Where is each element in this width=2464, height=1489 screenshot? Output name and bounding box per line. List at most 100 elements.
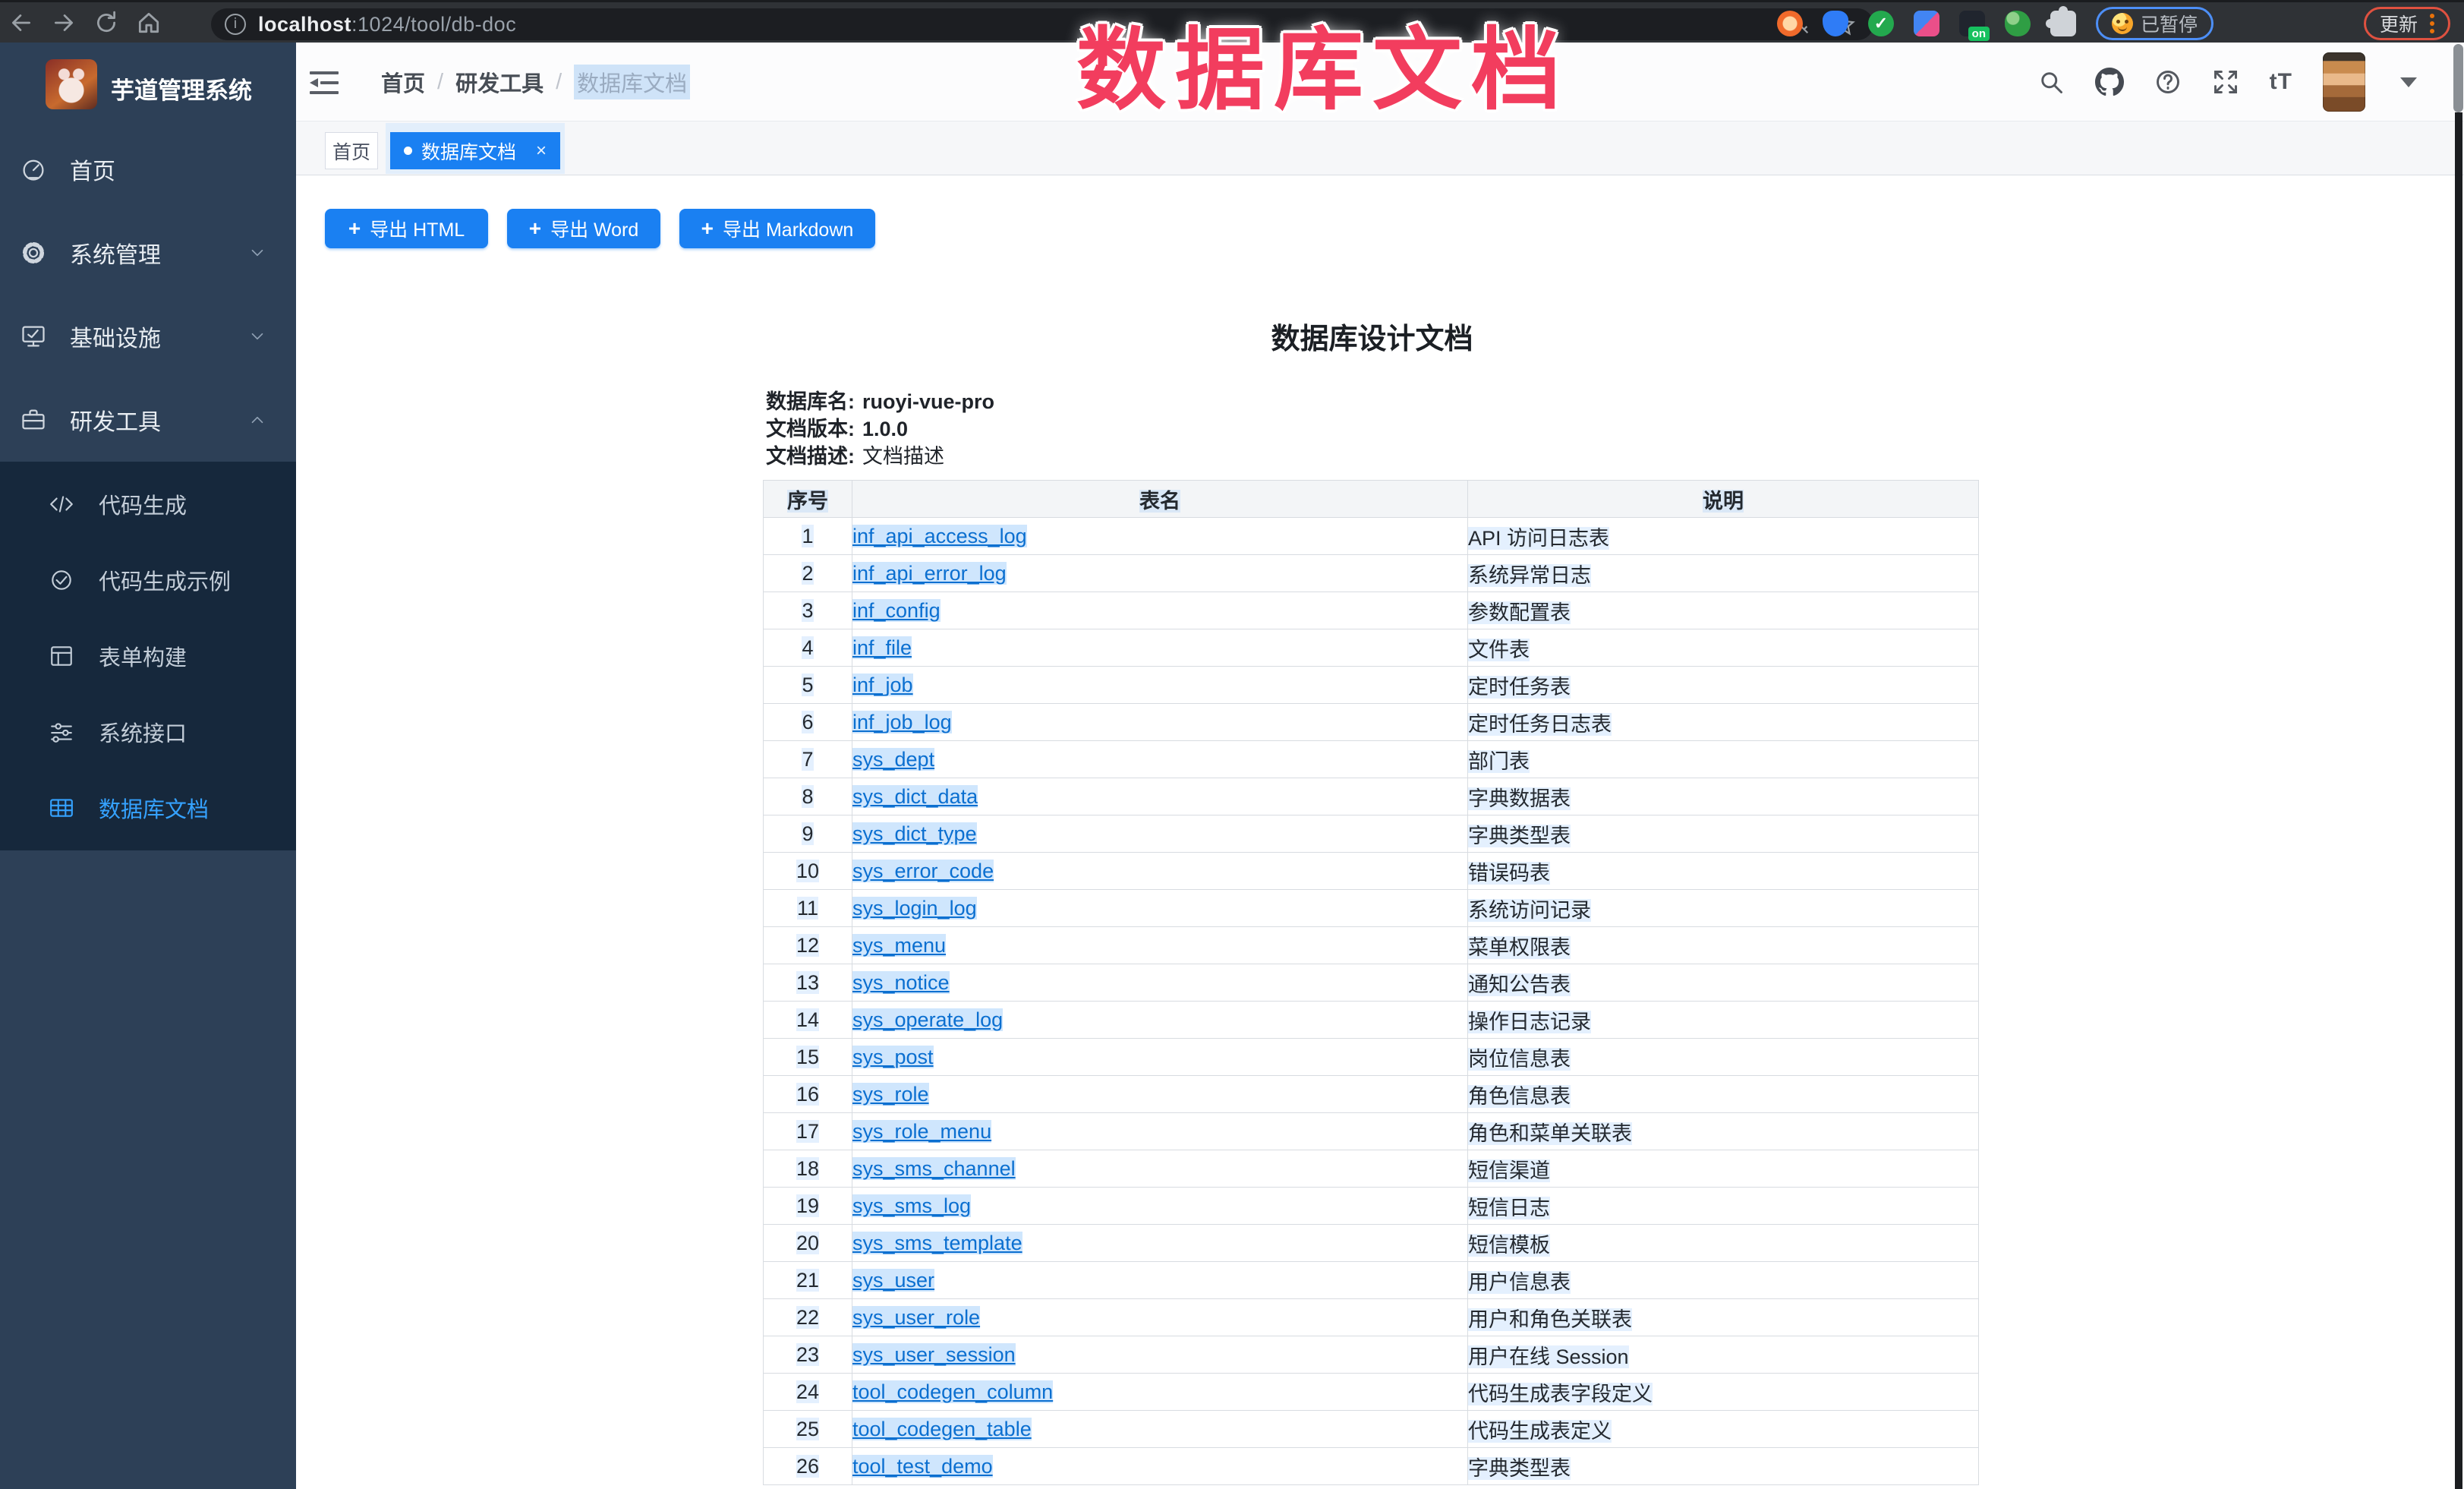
table-link[interactable]: sys_sms_template bbox=[852, 1232, 1022, 1254]
avatar[interactable] bbox=[2323, 52, 2365, 112]
table-row: 4 inf_file 文件表 bbox=[764, 629, 1979, 667]
table-link[interactable]: sys_user_role bbox=[852, 1306, 980, 1329]
export-toolbar: + 导出 HTML + 导出 Word + 导出 Markdown bbox=[325, 209, 875, 248]
chevron-down-icon bbox=[247, 243, 267, 263]
form-icon bbox=[49, 643, 74, 669]
font-size-icon[interactable]: tT bbox=[2270, 69, 2292, 95]
chevron-up-icon bbox=[247, 410, 267, 430]
table-link[interactable]: sys_role bbox=[852, 1083, 929, 1106]
table-link[interactable]: tool_codegen_column bbox=[852, 1380, 1053, 1403]
sidebar-item-codegen-demo[interactable]: 代码生成示例 bbox=[0, 542, 296, 618]
sidebar-item-api[interactable]: 系统接口 bbox=[0, 694, 296, 770]
info-icon[interactable]: i bbox=[225, 14, 246, 35]
table-row: 1 inf_api_access_log API 访问日志表 bbox=[764, 518, 1979, 555]
breadcrumb-devtools[interactable]: 研发工具 bbox=[455, 66, 544, 98]
monitor-icon bbox=[20, 323, 47, 350]
table-header-row: 序号 表名 说明 bbox=[764, 481, 1979, 518]
extension-icon-check[interactable]: ✓ bbox=[1868, 11, 1894, 36]
sidebar-collapse-icon[interactable] bbox=[310, 71, 339, 94]
logo-row[interactable]: 芋道管理系统 bbox=[0, 43, 296, 129]
export-markdown-button[interactable]: + 导出 Markdown bbox=[679, 209, 875, 248]
extension-icon-drop[interactable] bbox=[1823, 11, 1848, 36]
table-link[interactable]: inf_job_log bbox=[852, 711, 952, 733]
document-meta: 数据库名:ruoyi-vue-pro 文档版本:1.0.0 文档描述:文档描述 bbox=[766, 388, 994, 470]
extensions-puzzle-icon[interactable] bbox=[2050, 11, 2076, 36]
logo-image bbox=[46, 59, 97, 109]
table-link[interactable]: sys_operate_log bbox=[852, 1008, 1003, 1031]
table-row: 18 sys_sms_channel 短信渠道 bbox=[764, 1150, 1979, 1188]
sidebar-item-system[interactable]: 系统管理 bbox=[0, 211, 296, 295]
extension-icon-on[interactable]: on bbox=[1959, 11, 1985, 36]
plus-icon: + bbox=[701, 218, 714, 239]
table-row: 24 tool_codegen_column 代码生成表字段定义 bbox=[764, 1374, 1979, 1411]
table-link[interactable]: sys_sms_channel bbox=[852, 1157, 1016, 1180]
sidebar-item-devtools[interactable]: 研发工具 bbox=[0, 378, 296, 462]
table-link[interactable]: sys_notice bbox=[852, 971, 950, 994]
scrollbar-thumb[interactable] bbox=[2453, 44, 2463, 112]
tab-db-doc[interactable]: 数据库文档 × bbox=[390, 132, 560, 169]
paused-badge[interactable]: 已暂停 bbox=[2096, 7, 2214, 40]
table-link[interactable]: tool_codegen_table bbox=[852, 1418, 1032, 1440]
breadcrumb: 首页 / 研发工具 / 数据库文档 bbox=[381, 43, 690, 121]
table-link[interactable]: inf_config bbox=[852, 599, 941, 622]
sidebar-item-infra[interactable]: 基础设施 bbox=[0, 295, 296, 378]
extension-icon-leaf[interactable] bbox=[2005, 11, 2031, 36]
forward-icon[interactable] bbox=[43, 4, 85, 42]
fullscreen-icon[interactable] bbox=[2212, 68, 2239, 96]
table-link[interactable]: sys_user bbox=[852, 1269, 934, 1292]
home-icon[interactable] bbox=[128, 4, 170, 42]
sidebar-item-codegen[interactable]: 代码生成 bbox=[0, 466, 296, 542]
help-icon[interactable] bbox=[2154, 68, 2182, 96]
table-link[interactable]: inf_file bbox=[852, 636, 912, 659]
logo-title: 芋道管理系统 bbox=[111, 71, 252, 106]
toolbox-icon bbox=[20, 406, 47, 434]
document-title: 数据库设计文档 bbox=[766, 315, 1978, 357]
github-icon[interactable] bbox=[2095, 68, 2124, 96]
extension-icon-orange[interactable] bbox=[1777, 11, 1803, 36]
table-link[interactable]: sys_login_log bbox=[852, 897, 977, 920]
table-link[interactable]: sys_dept bbox=[852, 748, 934, 771]
table-link[interactable]: sys_dict_type bbox=[852, 822, 977, 845]
devtools-submenu: 代码生成 代码生成示例 表单构建 系统接口 数据库文档 bbox=[0, 462, 296, 850]
export-html-button[interactable]: + 导出 HTML bbox=[325, 209, 488, 248]
table-link[interactable]: inf_job bbox=[852, 674, 913, 696]
table-link[interactable]: inf_api_error_log bbox=[852, 562, 1007, 585]
reload-icon[interactable] bbox=[85, 4, 128, 42]
plus-icon: + bbox=[529, 218, 541, 239]
export-word-button[interactable]: + 导出 Word bbox=[507, 209, 660, 248]
table-link[interactable]: sys_user_session bbox=[852, 1343, 1016, 1366]
overlay-annotation: 数据库文档 bbox=[1076, 0, 1570, 127]
table-row: 8 sys_dict_data 字典数据表 bbox=[764, 778, 1979, 815]
table-link[interactable]: sys_error_code bbox=[852, 860, 994, 882]
close-icon[interactable]: × bbox=[536, 142, 547, 160]
main-area: 首页 / 研发工具 / 数据库文档 tT 首页 数据库文档 × bbox=[296, 43, 2464, 1489]
table-link[interactable]: sys_sms_log bbox=[852, 1194, 971, 1217]
table-link[interactable]: sys_role_menu bbox=[852, 1120, 991, 1143]
scrollbar[interactable] bbox=[2452, 43, 2464, 1489]
table-link[interactable]: inf_api_access_log bbox=[852, 525, 1027, 547]
meta-doc-version: 文档版本:1.0.0 bbox=[766, 415, 994, 443]
url-text[interactable]: localhost:1024/tool/db-doc bbox=[258, 13, 516, 36]
table-link[interactable]: sys_menu bbox=[852, 934, 946, 957]
update-button[interactable]: 更新 bbox=[2364, 7, 2450, 40]
sidebar-item-form-builder[interactable]: 表单构建 bbox=[0, 618, 296, 694]
address-bar[interactable]: i localhost:1024/tool/db-doc bbox=[211, 8, 1873, 40]
col-header-desc: 说明 bbox=[1468, 481, 1979, 518]
sidebar-item-home[interactable]: 首页 bbox=[0, 128, 296, 211]
table-row: 2 inf_api_error_log 系统异常日志 bbox=[764, 555, 1979, 592]
sidebar-item-db-doc[interactable]: 数据库文档 bbox=[0, 770, 296, 846]
breadcrumb-home[interactable]: 首页 bbox=[381, 66, 425, 98]
table-link[interactable]: sys_dict_data bbox=[852, 785, 978, 808]
table-row: 17 sys_role_menu 角色和菜单关联表 bbox=[764, 1113, 1979, 1150]
search-icon[interactable] bbox=[2037, 68, 2065, 96]
tab-home[interactable]: 首页 bbox=[325, 132, 378, 169]
table-row: 5 inf_job 定时任务表 bbox=[764, 667, 1979, 704]
browser-menu-icon[interactable] bbox=[2430, 14, 2434, 33]
breadcrumb-current: 数据库文档 bbox=[574, 65, 690, 99]
extension-icon-duo[interactable] bbox=[1914, 11, 1939, 36]
table-link[interactable]: sys_post bbox=[852, 1046, 934, 1068]
table-link[interactable]: tool_test_demo bbox=[852, 1455, 993, 1478]
chevron-down-icon[interactable] bbox=[2400, 77, 2417, 87]
back-icon[interactable] bbox=[0, 4, 43, 42]
table-row: 12 sys_menu 菜单权限表 bbox=[764, 927, 1979, 964]
